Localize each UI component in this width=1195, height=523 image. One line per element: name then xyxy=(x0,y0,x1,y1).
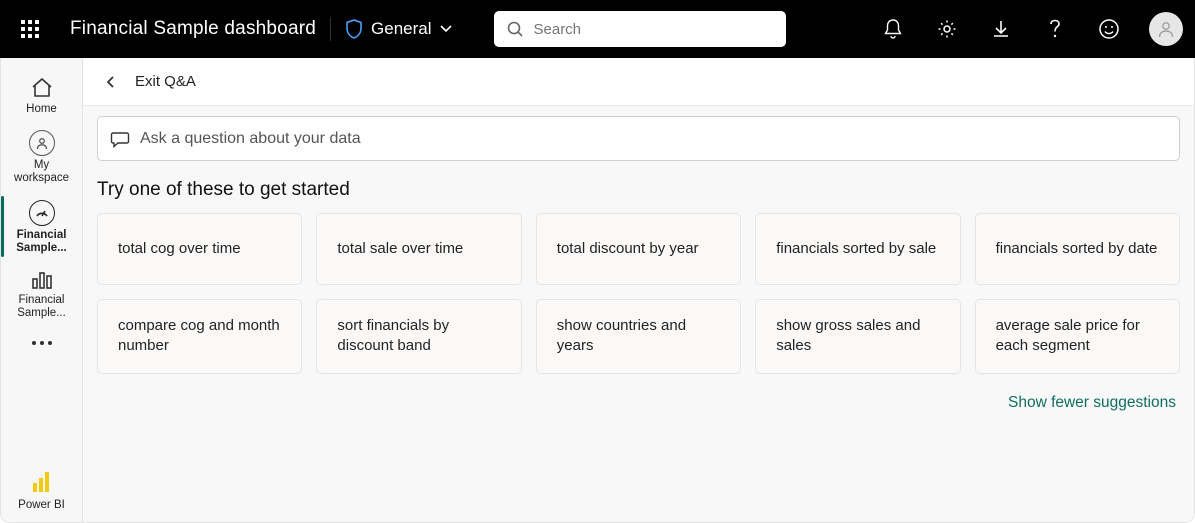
sensitivity-dropdown[interactable]: General xyxy=(345,19,451,39)
person-circle-icon xyxy=(29,130,55,156)
feedback-button[interactable] xyxy=(1087,7,1131,51)
suggestion-card[interactable]: total cog over time xyxy=(97,213,302,285)
divider xyxy=(330,17,331,41)
smiley-icon xyxy=(1098,18,1120,40)
bell-icon xyxy=(883,18,903,40)
suggestion-card[interactable]: compare cog and month number xyxy=(97,299,302,374)
main: Exit Q&A Try one of these to get started… xyxy=(83,58,1194,522)
waffle-icon xyxy=(21,20,39,38)
top-actions xyxy=(871,7,1183,51)
suggestion-card[interactable]: financials sorted by date xyxy=(975,213,1180,285)
suggestion-card[interactable]: total sale over time xyxy=(316,213,521,285)
home-icon xyxy=(30,76,54,100)
shield-icon xyxy=(345,19,363,39)
qna-input[interactable] xyxy=(140,130,1167,148)
gear-icon xyxy=(936,18,958,40)
suggestion-card[interactable]: sort financials by discount band xyxy=(316,299,521,374)
settings-button[interactable] xyxy=(925,7,969,51)
nav-my-workspace[interactable]: Myworkspace xyxy=(1,122,83,191)
app-launcher-button[interactable] xyxy=(12,11,48,47)
chevron-left-icon xyxy=(104,75,118,89)
bar-chart-icon xyxy=(30,269,54,291)
back-button[interactable] xyxy=(97,68,125,96)
nav-financial-sample-dashboard-label: FinancialSample... xyxy=(16,229,67,255)
body: Home Myworkspace FinancialSample... xyxy=(0,58,1195,523)
nav-bottom: Power BI xyxy=(1,464,83,522)
suggestion-card[interactable]: financials sorted by sale xyxy=(755,213,960,285)
help-button[interactable] xyxy=(1033,7,1077,51)
left-nav: Home Myworkspace FinancialSample... xyxy=(1,58,83,522)
nav-financial-sample-dashboard[interactable]: FinancialSample... xyxy=(1,192,83,261)
suggestion-card[interactable]: show gross sales and sales xyxy=(755,299,960,374)
suggestion-card[interactable]: total discount by year xyxy=(536,213,741,285)
search-input[interactable] xyxy=(534,21,774,38)
try-title: Try one of these to get started xyxy=(97,179,1180,201)
nav-more-button[interactable] xyxy=(32,327,52,359)
notifications-button[interactable] xyxy=(871,7,915,51)
search-box[interactable] xyxy=(494,11,786,47)
sensitivity-label: General xyxy=(371,19,431,39)
suggestion-card[interactable]: show countries and years xyxy=(536,299,741,374)
person-icon xyxy=(1156,19,1176,39)
download-button[interactable] xyxy=(979,7,1023,51)
nav-powerbi-label: Power BI xyxy=(18,499,65,512)
download-icon xyxy=(991,19,1011,39)
qna-input-box[interactable] xyxy=(97,116,1180,161)
nav-home-label: Home xyxy=(26,103,57,116)
gauge-icon xyxy=(29,200,55,226)
account-avatar[interactable] xyxy=(1149,12,1183,46)
exit-qna-label[interactable]: Exit Q&A xyxy=(135,73,196,90)
nav-home[interactable]: Home xyxy=(1,68,83,122)
chevron-down-icon xyxy=(440,25,452,33)
chat-icon xyxy=(110,129,130,149)
show-fewer-suggestions-link[interactable]: Show fewer suggestions xyxy=(97,394,1176,412)
nav-powerbi[interactable]: Power BI xyxy=(1,464,83,512)
help-icon xyxy=(1049,19,1061,39)
content: Try one of these to get started total co… xyxy=(83,106,1194,412)
nav-my-workspace-label: Myworkspace xyxy=(14,159,69,185)
suggestions-grid: total cog over time total sale over time… xyxy=(97,213,1180,374)
suggestion-card[interactable]: average sale price for each segment xyxy=(975,299,1180,374)
dashboard-title: Financial Sample dashboard xyxy=(70,18,316,40)
search-container xyxy=(494,11,786,47)
nav-financial-sample-report-label: FinancialSample... xyxy=(17,294,66,320)
powerbi-icon xyxy=(33,472,51,492)
top-bar: Financial Sample dashboard General xyxy=(0,0,1195,58)
search-icon xyxy=(506,20,524,38)
nav-financial-sample-report[interactable]: FinancialSample... xyxy=(1,261,83,326)
qna-header: Exit Q&A xyxy=(83,58,1194,106)
